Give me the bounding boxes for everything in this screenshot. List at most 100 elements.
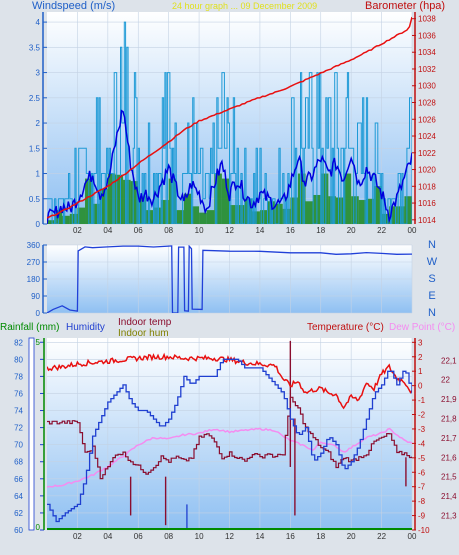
indoor-temp-tick-label: 22 xyxy=(441,376,450,385)
weather-graph-canvas: 02 04 06 08 10 12 14 16 18 20 22 00 00.511.522.533.… xyxy=(0,0,457,541)
temperature-tick-label: 3 xyxy=(418,338,423,347)
temperature-humidity-panel: 02 04 06 08 10 12 14 16 18 20 22 00 606264666870727… xyxy=(0,317,457,541)
indoor-temp-tick-label: 21,7 xyxy=(441,434,457,443)
x-tick-label: 02 xyxy=(73,226,82,235)
barometer-tick-label: 1032 xyxy=(418,65,436,74)
x-tick-label: 08 xyxy=(164,532,173,541)
temperature-tick-label: -9 xyxy=(418,512,426,521)
wind-bar xyxy=(351,196,359,224)
indoor-temp-tick-label: 21,6 xyxy=(441,453,457,462)
humidity-tick-label: 60 xyxy=(14,526,23,535)
x-tick-label: 16 xyxy=(286,226,295,235)
x-tick-label: 12 xyxy=(225,226,234,235)
temperature-tick-label: -10 xyxy=(418,526,430,535)
indoor-temp-title: Indoor temp xyxy=(118,317,172,328)
barometer-tick-label: 1020 xyxy=(418,166,436,175)
dew-point-axis-title: Dew Point (°C) xyxy=(389,322,455,333)
x-tick-label: 22 xyxy=(377,532,386,541)
compass-label: S xyxy=(428,273,435,285)
wind-bar xyxy=(335,197,344,224)
barometer-tick-label: 1016 xyxy=(418,199,436,208)
x-tick-label: 06 xyxy=(134,226,143,235)
x-tick-label: 20 xyxy=(347,226,356,235)
wind-tick-label: 4 xyxy=(36,18,41,27)
barometer-tick-label: 1014 xyxy=(418,216,436,225)
barometer-tick-label: 1024 xyxy=(418,132,436,141)
barometer-tick-label: 1028 xyxy=(418,98,436,107)
compass-label: W xyxy=(427,256,438,268)
barometer-axis-title: Barometer (hpa) xyxy=(365,0,445,12)
x-tick-label: 00 xyxy=(408,532,417,541)
humidity-tick-label: 64 xyxy=(14,492,23,501)
compass-label: N xyxy=(428,239,436,251)
rainfall-axis-title: Rainfall (mm) xyxy=(0,322,59,333)
wind-bar xyxy=(305,201,314,224)
wind-tick-label: 0.5 xyxy=(29,195,41,204)
x-tick-label: 22 xyxy=(377,226,386,235)
x-tick-label: 12 xyxy=(225,532,234,541)
wind-tick-label: 2 xyxy=(36,119,41,128)
direction-tick-label: 180 xyxy=(27,275,41,284)
x-tick-label: 14 xyxy=(255,532,264,541)
wind-barometer-panel: 02 04 06 08 10 12 14 16 18 20 22 00 0 0.5 1 1.5 2 2.5 3 3.… xyxy=(29,0,445,235)
barometer-tick-label: 1018 xyxy=(418,182,436,191)
compass-label: E xyxy=(428,290,435,302)
temperature-tick-label: 1 xyxy=(418,367,423,376)
wind-bar xyxy=(404,196,412,224)
humidity-tick-label: 66 xyxy=(14,475,23,484)
humidity-tick-label: 72 xyxy=(14,424,23,433)
compass-label: N xyxy=(428,307,436,319)
barometer-tick-label: 1034 xyxy=(418,48,436,57)
x-tick-label: 04 xyxy=(103,532,112,541)
humidity-tick-label: 70 xyxy=(14,441,23,450)
direction-tick-label: 270 xyxy=(27,258,41,267)
barometer-tick-label: 1038 xyxy=(418,15,436,24)
x-tick-label: 18 xyxy=(316,532,325,541)
indoor-temp-tick-label: 21,5 xyxy=(441,473,457,482)
wind-tick-label: 3 xyxy=(36,69,41,78)
indoor-temp-tick-label: 21,8 xyxy=(441,414,457,423)
wind-tick-label: 1.5 xyxy=(29,144,41,153)
temperature-tick-label: -8 xyxy=(418,497,426,506)
x-tick-label: 06 xyxy=(134,532,143,541)
x-tick-label: 00 xyxy=(408,226,417,235)
direction-tick-label: 90 xyxy=(31,292,40,301)
humidity-tick-label: 76 xyxy=(14,389,23,398)
wind-tick-label: 3.5 xyxy=(29,43,41,52)
temperature-tick-label: -6 xyxy=(418,468,426,477)
temperature-axis-title: Temperature (°C) xyxy=(307,322,384,333)
chart-title: 24 hour graph ... 09 December 2009 xyxy=(172,1,317,11)
x-tick-label: 18 xyxy=(316,226,325,235)
humidity-tick-label: 82 xyxy=(14,338,23,347)
direction-tick-label: 360 xyxy=(27,241,41,250)
x-tick-label: 04 xyxy=(103,226,112,235)
barometer-tick-label: 1026 xyxy=(418,115,436,124)
humidity-axis-title: Humidity xyxy=(66,322,105,333)
indoor-hum-title: Indoor hum xyxy=(118,328,169,339)
barometer-tick-label: 1036 xyxy=(418,31,436,40)
direction-tick-label: 0 xyxy=(36,309,41,318)
x-tick-label: 10 xyxy=(195,532,204,541)
x-tick-label: 16 xyxy=(286,532,295,541)
wind-direction-panel: 090180270360 NWSEN xyxy=(27,239,438,319)
humidity-tick-label: 80 xyxy=(14,355,23,364)
x-tick-label: 08 xyxy=(164,226,173,235)
indoor-temp-tick-label: 21,3 xyxy=(441,511,457,520)
humidity-scale-bar xyxy=(28,337,35,531)
indoor-temp-tick-label: 21,4 xyxy=(441,492,457,501)
barometer-tick-label: 1022 xyxy=(418,149,436,158)
x-tick-label: 10 xyxy=(195,226,204,235)
temperature-tick-label: 2 xyxy=(418,353,423,362)
wind-axis-title: Windspeed (m/s) xyxy=(32,0,115,12)
indoor-temp-tick-label: 22,1 xyxy=(441,356,457,365)
temperature-tick-label: 0 xyxy=(418,382,423,391)
temperature-tick-label: -7 xyxy=(418,483,426,492)
temperature-tick-label: -5 xyxy=(418,454,426,463)
temperature-tick-label: -1 xyxy=(418,396,426,405)
humidity-tick-label: 62 xyxy=(14,509,23,518)
x-tick-label: 20 xyxy=(347,532,356,541)
temperature-tick-label: -3 xyxy=(418,425,426,434)
temperature-tick-label: -4 xyxy=(418,439,426,448)
humidity-tick-label: 78 xyxy=(14,372,23,381)
temperature-tick-label: -2 xyxy=(418,411,426,420)
